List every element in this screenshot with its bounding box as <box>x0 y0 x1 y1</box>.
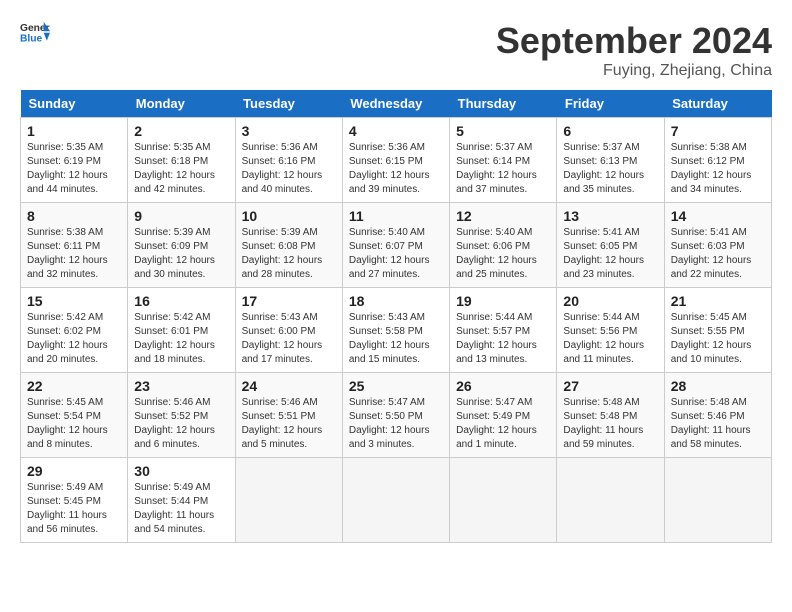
col-thursday: Thursday <box>450 90 557 118</box>
svg-text:Blue: Blue <box>20 33 43 44</box>
month-title: September 2024 <box>496 20 772 62</box>
col-monday: Monday <box>128 90 235 118</box>
table-row: 16 Sunrise: 5:42 AM Sunset: 6:01 PM Dayl… <box>128 288 235 373</box>
table-row: 7 Sunrise: 5:38 AM Sunset: 6:12 PM Dayli… <box>664 118 771 203</box>
table-row <box>450 458 557 543</box>
table-row: 18 Sunrise: 5:43 AM Sunset: 5:58 PM Dayl… <box>342 288 449 373</box>
table-row: 25 Sunrise: 5:47 AM Sunset: 5:50 PM Dayl… <box>342 373 449 458</box>
table-row <box>664 458 771 543</box>
table-row: 12 Sunrise: 5:40 AM Sunset: 6:06 PM Dayl… <box>450 203 557 288</box>
table-row: 17 Sunrise: 5:43 AM Sunset: 6:00 PM Dayl… <box>235 288 342 373</box>
calendar-week-4: 22 Sunrise: 5:45 AM Sunset: 5:54 PM Dayl… <box>21 373 772 458</box>
table-row: 2 Sunrise: 5:35 AM Sunset: 6:18 PM Dayli… <box>128 118 235 203</box>
calendar-week-5: 29 Sunrise: 5:49 AM Sunset: 5:45 PM Dayl… <box>21 458 772 543</box>
table-row: 29 Sunrise: 5:49 AM Sunset: 5:45 PM Dayl… <box>21 458 128 543</box>
table-row: 4 Sunrise: 5:36 AM Sunset: 6:15 PM Dayli… <box>342 118 449 203</box>
page-header: General Blue September 2024 Fuying, Zhej… <box>20 20 772 80</box>
table-row: 26 Sunrise: 5:47 AM Sunset: 5:49 PM Dayl… <box>450 373 557 458</box>
table-row: 30 Sunrise: 5:49 AM Sunset: 5:44 PM Dayl… <box>128 458 235 543</box>
table-row: 3 Sunrise: 5:36 AM Sunset: 6:16 PM Dayli… <box>235 118 342 203</box>
logo-icon: General Blue <box>20 20 50 44</box>
logo: General Blue <box>20 20 50 44</box>
table-row: 11 Sunrise: 5:40 AM Sunset: 6:07 PM Dayl… <box>342 203 449 288</box>
table-row: 22 Sunrise: 5:45 AM Sunset: 5:54 PM Dayl… <box>21 373 128 458</box>
table-row: 14 Sunrise: 5:41 AM Sunset: 6:03 PM Dayl… <box>664 203 771 288</box>
location-title: Fuying, Zhejiang, China <box>496 62 772 80</box>
table-row: 5 Sunrise: 5:37 AM Sunset: 6:14 PM Dayli… <box>450 118 557 203</box>
title-block: September 2024 Fuying, Zhejiang, China <box>496 20 772 80</box>
table-row: 15 Sunrise: 5:42 AM Sunset: 6:02 PM Dayl… <box>21 288 128 373</box>
col-wednesday: Wednesday <box>342 90 449 118</box>
table-row: 13 Sunrise: 5:41 AM Sunset: 6:05 PM Dayl… <box>557 203 664 288</box>
table-row: 1 Sunrise: 5:35 AM Sunset: 6:19 PM Dayli… <box>21 118 128 203</box>
table-row: 21 Sunrise: 5:45 AM Sunset: 5:55 PM Dayl… <box>664 288 771 373</box>
calendar-week-3: 15 Sunrise: 5:42 AM Sunset: 6:02 PM Dayl… <box>21 288 772 373</box>
table-row <box>557 458 664 543</box>
table-row <box>235 458 342 543</box>
table-row: 6 Sunrise: 5:37 AM Sunset: 6:13 PM Dayli… <box>557 118 664 203</box>
table-row: 8 Sunrise: 5:38 AM Sunset: 6:11 PM Dayli… <box>21 203 128 288</box>
table-row: 20 Sunrise: 5:44 AM Sunset: 5:56 PM Dayl… <box>557 288 664 373</box>
col-sunday: Sunday <box>21 90 128 118</box>
col-saturday: Saturday <box>664 90 771 118</box>
table-row: 19 Sunrise: 5:44 AM Sunset: 5:57 PM Dayl… <box>450 288 557 373</box>
table-row: 27 Sunrise: 5:48 AM Sunset: 5:48 PM Dayl… <box>557 373 664 458</box>
table-row: 28 Sunrise: 5:48 AM Sunset: 5:46 PM Dayl… <box>664 373 771 458</box>
calendar-table: Sunday Monday Tuesday Wednesday Thursday… <box>20 90 772 543</box>
table-row <box>342 458 449 543</box>
table-row: 23 Sunrise: 5:46 AM Sunset: 5:52 PM Dayl… <box>128 373 235 458</box>
header-row: Sunday Monday Tuesday Wednesday Thursday… <box>21 90 772 118</box>
col-tuesday: Tuesday <box>235 90 342 118</box>
table-row: 10 Sunrise: 5:39 AM Sunset: 6:08 PM Dayl… <box>235 203 342 288</box>
table-row: 24 Sunrise: 5:46 AM Sunset: 5:51 PM Dayl… <box>235 373 342 458</box>
calendar-week-2: 8 Sunrise: 5:38 AM Sunset: 6:11 PM Dayli… <box>21 203 772 288</box>
col-friday: Friday <box>557 90 664 118</box>
table-row: 9 Sunrise: 5:39 AM Sunset: 6:09 PM Dayli… <box>128 203 235 288</box>
calendar-week-1: 1 Sunrise: 5:35 AM Sunset: 6:19 PM Dayli… <box>21 118 772 203</box>
